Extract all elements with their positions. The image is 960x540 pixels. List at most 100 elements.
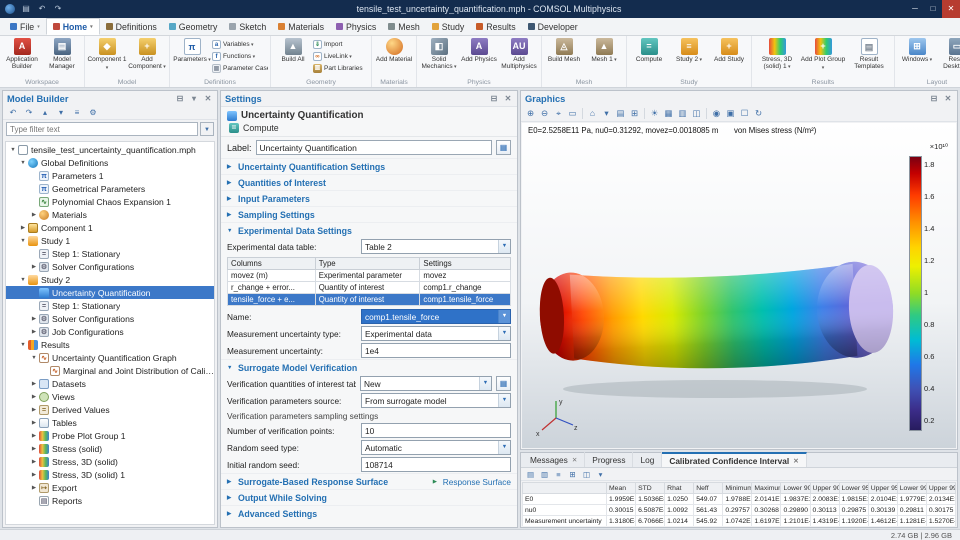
section-surrogate-based-response-surface[interactable]: Surrogate-Based Response Surface Respons… bbox=[221, 473, 517, 489]
zoom-extents-icon[interactable] bbox=[552, 107, 565, 120]
tree-node-parameters-1[interactable]: πParameters 1 bbox=[6, 169, 214, 182]
maximize-button[interactable] bbox=[924, 0, 942, 18]
tab-materials[interactable]: Materials bbox=[272, 18, 330, 35]
experimental-data-table-select[interactable]: Table 2▼ bbox=[361, 239, 511, 254]
build-mesh-button[interactable]: Build Mesh bbox=[544, 37, 584, 63]
tree-node-uq-graph[interactable]: ∿Uncertainty Quantification Graph bbox=[6, 351, 214, 364]
section-input-parameters[interactable]: Input Parameters bbox=[221, 190, 517, 206]
zoom-in-icon[interactable] bbox=[524, 107, 537, 120]
caret-icon[interactable] bbox=[30, 381, 38, 387]
tab-definitions[interactable]: Definitions bbox=[100, 18, 163, 35]
compute-button[interactable]: =Compute bbox=[221, 122, 517, 137]
add-plot-group-button[interactable]: Add Plot Group bbox=[800, 37, 846, 71]
tree-filter-input[interactable] bbox=[6, 122, 198, 136]
add-multiphysics-button[interactable]: Add Multiphysics bbox=[499, 37, 539, 70]
caret-icon[interactable] bbox=[30, 472, 38, 478]
select-box-icon[interactable] bbox=[738, 107, 751, 120]
minimize-button[interactable] bbox=[906, 0, 924, 18]
tree-node-step-1-stationary[interactable]: =Step 1: Stationary bbox=[6, 247, 214, 260]
measurement-uncertainty-input[interactable] bbox=[361, 343, 511, 358]
parameters-button[interactable]: Parameters bbox=[172, 37, 212, 64]
add-table-icon[interactable] bbox=[567, 469, 578, 480]
full-precision-icon[interactable] bbox=[553, 469, 564, 480]
table-row-e0[interactable]: E0 1.9959E111.5036E81.0250549.071.9788E1… bbox=[523, 494, 956, 505]
solid-mechanics-button[interactable]: Solid Mechanics bbox=[419, 37, 459, 71]
tab-physics[interactable]: Physics bbox=[330, 18, 382, 35]
clip-plane-icon[interactable] bbox=[690, 107, 703, 120]
mesh-1-button[interactable]: Mesh 1 bbox=[584, 37, 624, 64]
tab-file[interactable]: File▾ bbox=[4, 18, 46, 35]
tree-node-job-configurations[interactable]: ⚙Job Configurations bbox=[6, 325, 214, 338]
tree-node-stress-3d-solid-1[interactable]: Stress, 3D (solid) 1 bbox=[6, 468, 214, 481]
model-builder-settings-icon[interactable] bbox=[87, 108, 99, 117]
redo-icon[interactable] bbox=[52, 2, 64, 16]
verification-parameters-source-select[interactable]: From surrogate model▼ bbox=[361, 393, 511, 408]
tab-log[interactable]: Log bbox=[633, 452, 662, 467]
label-input[interactable] bbox=[256, 140, 492, 155]
add-component-button[interactable]: Add Component bbox=[127, 37, 167, 71]
tab-progress[interactable]: Progress bbox=[585, 452, 633, 467]
xy-view-icon[interactable] bbox=[614, 107, 627, 120]
section-experimental-data-settings[interactable]: Experimental Data Settings bbox=[221, 222, 517, 238]
tab-results[interactable]: Results bbox=[470, 18, 521, 35]
caret-icon[interactable] bbox=[30, 446, 38, 452]
tree-node-study-2[interactable]: Study 2 bbox=[6, 273, 214, 286]
section-surrogate-model-verification[interactable]: Surrogate Model Verification bbox=[221, 359, 517, 375]
tree-node-step-1-stationary-2[interactable]: =Step 1: Stationary bbox=[6, 299, 214, 312]
result-templates-button[interactable]: Result Templates bbox=[846, 37, 892, 70]
section-output-while-solving[interactable]: Output While Solving bbox=[221, 489, 517, 505]
tree-node-probe-plot-group-1[interactable]: Probe Plot Group 1 bbox=[6, 429, 214, 442]
table-row-measurement-uncertainty[interactable]: Measurement uncertainty 1.3180E-66.7066E… bbox=[523, 516, 956, 527]
caret-icon[interactable] bbox=[30, 485, 38, 491]
wireframe-icon[interactable] bbox=[676, 107, 689, 120]
tree-node-study-1[interactable]: Study 1 bbox=[6, 234, 214, 247]
caret-icon[interactable] bbox=[30, 433, 38, 439]
add-physics-button[interactable]: Add Physics bbox=[459, 37, 499, 63]
tree-node-materials[interactable]: Materials bbox=[6, 208, 214, 221]
caret-icon[interactable] bbox=[30, 316, 38, 322]
collapse-panel-icon[interactable] bbox=[489, 94, 499, 103]
measurement-uncertainty-type-select[interactable]: Experimental data▼ bbox=[361, 326, 511, 341]
caret-icon[interactable] bbox=[19, 160, 27, 166]
add-material-button[interactable]: Add Material bbox=[374, 37, 414, 63]
part-libraries-button[interactable]: Part Libraries bbox=[313, 63, 369, 74]
table-row-r-change[interactable]: r_change + error...Quantity of interestc… bbox=[228, 282, 511, 294]
tree-node-solver-configurations[interactable]: ⚙Solver Configurations bbox=[6, 260, 214, 273]
zoom-out-icon[interactable] bbox=[538, 107, 551, 120]
save-icon[interactable] bbox=[20, 2, 32, 16]
compute-button[interactable]: Compute bbox=[629, 37, 669, 63]
close-tab-icon[interactable]: ✕ bbox=[793, 457, 798, 465]
build-all-button[interactable]: Build All bbox=[273, 37, 313, 63]
snapshot-icon[interactable] bbox=[710, 107, 723, 120]
application-builder-button[interactable]: Application Builder bbox=[2, 37, 42, 70]
response-surface-button[interactable]: Response Surface bbox=[433, 477, 511, 487]
zoom-box-icon[interactable] bbox=[566, 107, 579, 120]
tab-mesh[interactable]: Mesh bbox=[382, 18, 426, 35]
caret-icon[interactable] bbox=[19, 342, 27, 348]
reset-desktop-button[interactable]: Reset Desktop bbox=[937, 37, 960, 71]
go-to-default-view-icon[interactable] bbox=[586, 107, 599, 120]
section-uq-settings[interactable]: Uncertainty Quantification Settings bbox=[221, 158, 517, 174]
undo-icon[interactable] bbox=[36, 2, 48, 16]
caret-icon[interactable] bbox=[30, 264, 38, 270]
projection-icon[interactable] bbox=[628, 107, 641, 120]
close-panel-icon[interactable] bbox=[943, 94, 953, 103]
table-display-icon[interactable] bbox=[525, 469, 536, 480]
rotate-icon[interactable] bbox=[752, 107, 765, 120]
caret-icon[interactable] bbox=[30, 420, 38, 426]
table-row-nu0[interactable]: nu0 0.300156.5087E-41.0092561.430.297570… bbox=[523, 505, 956, 516]
show-options-icon[interactable] bbox=[71, 108, 83, 117]
tab-study[interactable]: Study bbox=[426, 18, 471, 35]
view-menu-icon[interactable] bbox=[600, 107, 613, 120]
caret-icon[interactable] bbox=[30, 459, 38, 465]
stress-3d-solid-1-button[interactable]: Stress, 3D (solid) 1 bbox=[754, 37, 800, 71]
windows-button[interactable]: Windows bbox=[897, 37, 937, 64]
forward-icon[interactable] bbox=[23, 108, 35, 117]
collapse-panel-icon[interactable] bbox=[929, 94, 939, 103]
tab-calibrated-confidence-interval[interactable]: Calibrated Confidence Interval✕ bbox=[662, 452, 806, 467]
tree-node-solver-configurations-2[interactable]: ⚙Solver Configurations bbox=[6, 312, 214, 325]
move-up-icon[interactable] bbox=[39, 108, 51, 117]
tree-node-derived-values[interactable]: =Derived Values bbox=[6, 403, 214, 416]
livelink-button[interactable]: LiveLink bbox=[313, 51, 369, 62]
number-of-verification-points-input[interactable] bbox=[361, 423, 511, 438]
